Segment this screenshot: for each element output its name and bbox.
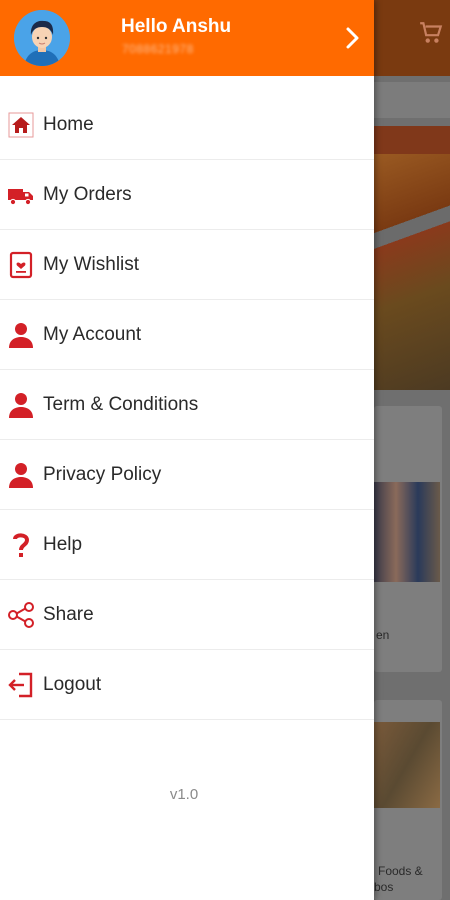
user-avatar-icon — [14, 10, 70, 66]
menu-item-terms[interactable]: Term & Conditions — [0, 370, 374, 440]
phone-number: 7088621978 — [122, 42, 194, 56]
user-icon — [7, 461, 35, 489]
menu-item-my-wishlist[interactable]: My Wishlist — [0, 230, 374, 300]
menu-item-label: My Wishlist — [43, 253, 140, 275]
user-icon — [7, 391, 35, 419]
home-icon — [7, 111, 35, 139]
menu-item-label: My Orders — [43, 183, 132, 205]
menu-item-help[interactable]: Help — [0, 510, 374, 580]
share-icon — [7, 601, 35, 629]
app-version: v1.0 — [169, 786, 199, 803]
menu-item-privacy-policy[interactable]: Privacy Policy — [0, 440, 374, 510]
menu-item-label: Home — [43, 113, 94, 135]
menu-item-my-account[interactable]: My Account — [0, 300, 374, 370]
truck-icon — [7, 181, 35, 209]
background-search-bar — [374, 82, 450, 118]
drawer-menu: Home My Orders My Wishlist My Account Te… — [0, 90, 374, 720]
greeting-text: Hello Anshu — [121, 16, 232, 37]
drawer-header[interactable]: Hello Anshu 7088621978 — [0, 0, 374, 76]
background-card-text: Foods & — [378, 864, 423, 878]
menu-item-label: Share — [43, 603, 94, 625]
avatar — [14, 10, 70, 66]
background-banner — [374, 154, 450, 390]
logout-icon — [7, 671, 35, 699]
navigation-drawer: Hello Anshu 7088621978 Home My Orders My… — [0, 0, 374, 900]
background-card-text: en — [376, 628, 390, 642]
background-product-image — [374, 482, 440, 582]
background-card-text: bos — [374, 880, 394, 894]
menu-item-label: Term & Conditions — [43, 393, 199, 415]
chevron-right-icon[interactable] — [343, 26, 363, 50]
background-strip — [374, 126, 450, 154]
menu-item-share[interactable]: Share — [0, 580, 374, 650]
menu-item-label: Privacy Policy — [43, 463, 162, 485]
user-icon — [7, 321, 35, 349]
cart-icon — [420, 22, 443, 43]
menu-item-my-orders[interactable]: My Orders — [0, 160, 374, 230]
menu-item-logout[interactable]: Logout — [0, 650, 374, 720]
wishlist-icon — [7, 251, 35, 279]
menu-item-label: Logout — [43, 673, 102, 695]
background-product-image — [374, 722, 440, 808]
menu-item-home[interactable]: Home — [0, 90, 374, 160]
menu-item-label: Help — [43, 533, 83, 555]
menu-item-label: My Account — [43, 323, 142, 345]
question-icon — [7, 531, 35, 559]
